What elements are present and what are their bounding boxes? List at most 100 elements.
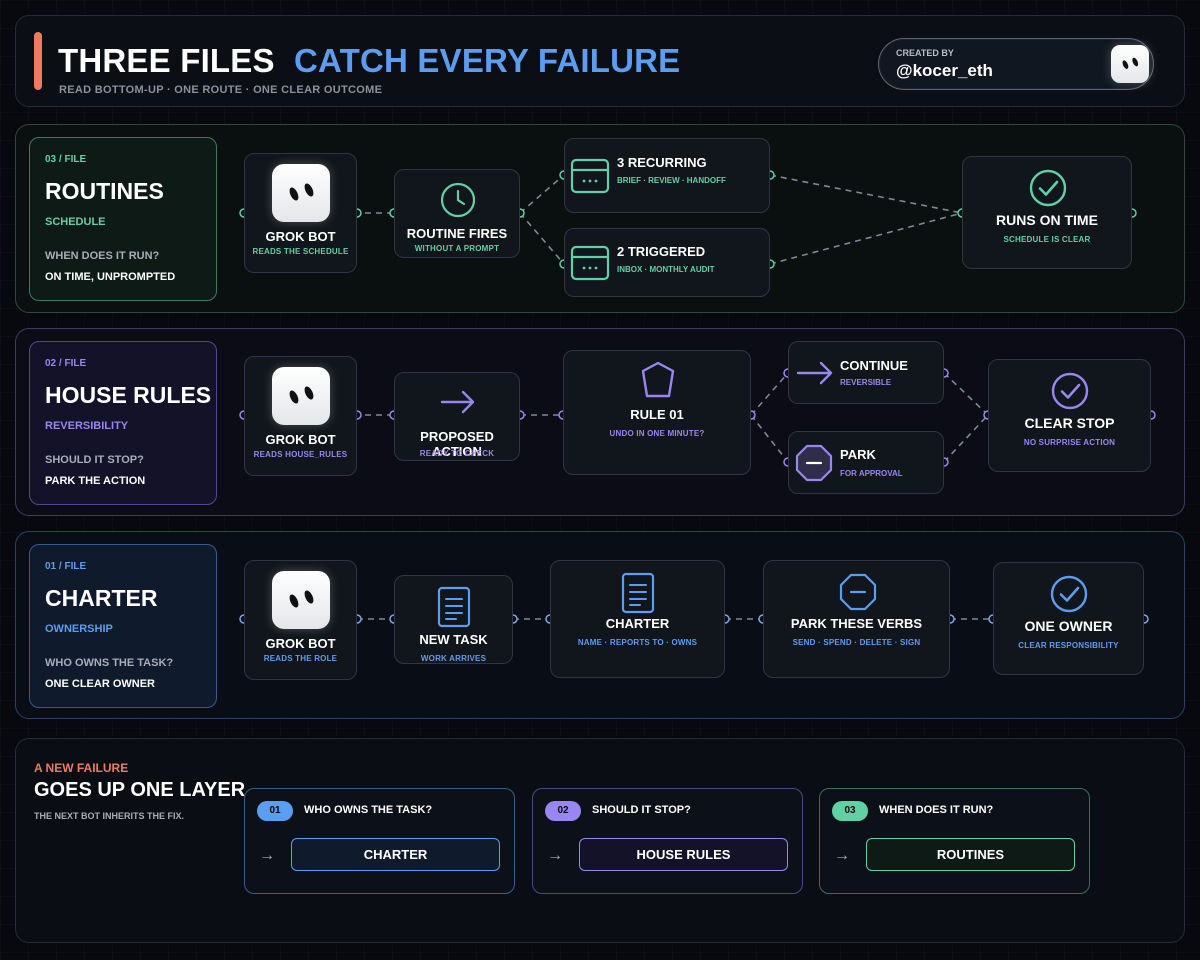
node-subtitle: NAME · REPORTS TO · OWNS [577,638,698,647]
file-card-routines: 03 / FILE ROUTINES SCHEDULE WHEN DOES IT… [29,137,217,301]
charter-node[interactable]: CHARTER NAME · REPORTS TO · OWNS [550,560,725,678]
routines-button[interactable]: ROUTINES [866,838,1075,871]
row-house-rules: 02 / FILE HOUSE RULES REVERSIBILITY SHOU… [15,328,1185,516]
file-tag: OWNERSHIP [45,623,113,635]
node-title: ONE OWNER [1024,618,1113,634]
proposed-action-node[interactable]: PROPOSED ACTION READY TO CHECK [394,372,520,461]
escalation-eyebrow: A NEW FAILURE [34,761,129,775]
node-subtitle: BRIEF · REVIEW · HANDOFF [617,176,726,185]
node-title: PARK [840,447,876,462]
park-verbs-node[interactable]: PARK THESE VERBS SEND · SPEND · DELETE ·… [763,560,950,678]
new-task-node[interactable]: NEW TASK WORK ARRIVES [394,575,513,664]
file-name: CHARTER [45,585,158,611]
escalation-subtitle: THE NEXT BOT INHERITS THE FIX. [34,811,185,821]
escalation-panel: A NEW FAILURE GOES UP ONE LAYER. THE NEX… [15,738,1185,943]
row-charter: 01 / FILE CHARTER OWNERSHIP WHO OWNS THE… [15,531,1185,719]
clear-stop-node[interactable]: CLEAR STOP NO SURPRISE ACTION [988,359,1151,472]
stop-octagon-icon [795,444,833,482]
document-icon [621,572,655,614]
creator-handle[interactable]: @kocer_eth [896,61,993,81]
window-icon [570,245,610,281]
grok-bot-node[interactable]: GROK BOT READS THE ROLE [244,560,357,680]
file-number: 01 / FILE [45,561,87,572]
triggered-node[interactable]: 2 TRIGGERED INBOX · MONTHLY AUDIT [564,228,770,297]
file-number: 02 / FILE [45,358,87,369]
step-badge: 01 [257,801,293,821]
grok-bot-avatar [272,164,330,222]
file-card-charter: 01 / FILE CHARTER OWNERSHIP WHO OWNS THE… [29,544,217,708]
routine-fires-node[interactable]: ROUTINE FIRES WITHOUT A PROMPT [394,169,520,258]
recurring-node[interactable]: 3 RECURRING BRIEF · REVIEW · HANDOFF [564,138,770,213]
node-title: ROUTINE FIRES [406,226,508,241]
question-text: WHO OWNS THE TASK? [304,804,433,816]
file-answer: ON TIME, UNPROMPTED [45,271,176,283]
arrow-right-icon: → [259,847,275,864]
page-subtitle: READ BOTTOM-UP · ONE ROUTE · ONE CLEAR O… [59,84,383,96]
node-title: RUNS ON TIME [996,212,1098,228]
creator-badge[interactable]: CREATED BY @kocer_eth [878,38,1154,90]
file-name: HOUSE RULES [45,382,212,408]
node-title: PARK THESE VERBS [790,616,923,631]
question-card-routines: 03 WHEN DOES IT RUN? → ROUTINES [819,788,1090,894]
file-answer: PARK THE ACTION [45,475,146,487]
node-title: CONTINUE [840,358,908,373]
arrow-right-icon: → [834,847,850,864]
arrow-right-icon: → [547,847,563,864]
file-question: WHO OWNS THE TASK? [45,657,174,669]
node-subtitle: WITHOUT A PROMPT [414,244,500,253]
grok-bot-node[interactable]: GROK BOT READS THE SCHEDULE [244,153,357,273]
check-circle-icon [1050,575,1088,613]
stop-octagon-icon [839,573,877,611]
runs-on-time-node[interactable]: RUNS ON TIME SCHEDULE IS CLEAR [962,156,1132,269]
house-rules-button[interactable]: HOUSE RULES [579,838,788,871]
node-subtitle: CLEAR RESPONSIBILITY [1018,641,1119,650]
shield-icon [639,361,677,399]
clock-icon [440,182,476,218]
continue-node[interactable]: CONTINUE REVERSIBLE [788,341,944,404]
node-subtitle: UNDO IN ONE MINUTE? [609,429,705,438]
node-title: 2 TRIGGERED [617,244,706,259]
page-title-highlight: CATCH EVERY FAILURE [294,42,681,79]
node-subtitle: NO SURPRISE ACTION [1023,438,1116,447]
arrow-right-icon [795,358,835,388]
node-title: GROK BOT [265,229,336,244]
park-node[interactable]: PARK FOR APPROVAL [788,431,944,494]
file-card-house-rules: 02 / FILE HOUSE RULES REVERSIBILITY SHOU… [29,341,217,505]
document-icon [437,586,471,628]
file-number: 03 / FILE [45,154,87,165]
grok-bot-node[interactable]: GROK BOT READS HOUSE_RULES [244,356,357,476]
check-circle-icon [1029,169,1067,207]
node-title: CHARTER [605,616,670,631]
node-title: CLEAR STOP [1024,415,1115,431]
node-subtitle: REVERSIBLE [840,378,892,387]
node-title: RULE 01 [630,407,684,422]
avatar [1111,45,1149,83]
rule-01-node[interactable]: RULE 01 UNDO IN ONE MINUTE? [563,350,751,475]
grok-bot-avatar [272,571,330,629]
node-subtitle: FOR APPROVAL [840,469,903,478]
charter-button[interactable]: CHARTER [291,838,500,871]
node-subtitle: SCHEDULE IS CLEAR [1003,235,1091,244]
check-circle-icon [1051,372,1089,410]
arrow-right-icon [439,387,477,417]
node-title: 3 RECURRING [617,155,707,170]
node-subtitle: WORK ARRIVES [420,654,487,663]
accent-bar [34,32,42,90]
question-text: SHOULD IT STOP? [592,804,691,816]
step-badge: 02 [545,801,581,821]
window-icon [570,158,610,194]
question-card-house-rules: 02 SHOULD IT STOP? → HOUSE RULES [532,788,803,894]
file-question: WHEN DOES IT RUN? [45,250,160,262]
node-subtitle: SEND · SPEND · DELETE · SIGN [792,638,921,647]
row-routines: 03 / FILE ROUTINES SCHEDULE WHEN DOES IT… [15,124,1185,313]
file-question: SHOULD IT STOP? [45,454,144,466]
node-subtitle: READY TO CHECK [419,449,495,458]
node-title: GROK BOT [265,432,336,447]
creator-label: CREATED BY [896,48,954,58]
file-answer: ONE CLEAR OWNER [45,678,155,690]
file-tag: REVERSIBILITY [45,420,129,432]
one-owner-node[interactable]: ONE OWNER CLEAR RESPONSIBILITY [993,562,1144,675]
grok-bot-avatar [272,367,330,425]
file-tag: SCHEDULE [45,216,106,228]
node-subtitle: INBOX · MONTHLY AUDIT [617,265,715,274]
